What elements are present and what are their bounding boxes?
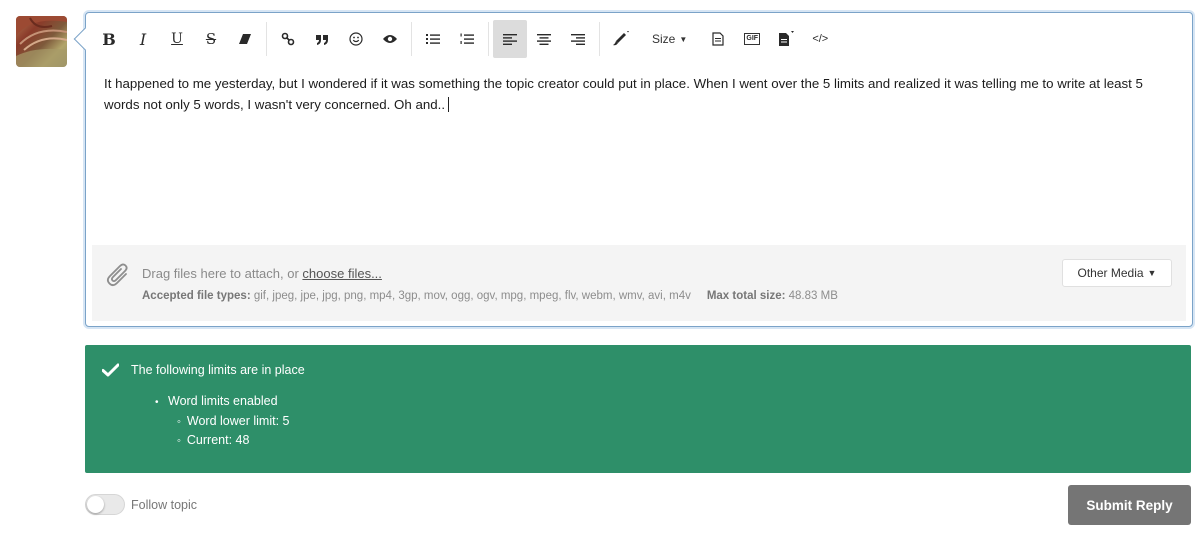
align-left-icon[interactable] <box>493 20 527 58</box>
submit-reply-button[interactable]: Submit Reply <box>1068 485 1191 525</box>
eraser-icon[interactable] <box>228 20 262 58</box>
follow-topic-label: Follow topic <box>131 498 197 512</box>
drag-text: Drag files here to attach, or <box>142 266 303 281</box>
insert-template-icon[interactable] <box>769 20 803 58</box>
types-label: Accepted file types: <box>142 290 251 302</box>
limits-list: Word limits enabled Word lower limit: 5 … <box>155 392 289 450</box>
attachment-dropzone[interactable]: Drag files here to attach, or choose fil… <box>92 245 1186 321</box>
gif-icon: GIF <box>744 33 761 45</box>
max-size-label: Max total size: <box>706 290 786 302</box>
word-count-current: Current: 48 <box>186 433 250 447</box>
accepted-file-types: Accepted file types: gif, jpeg, jpe, jpg… <box>142 290 838 302</box>
editor-toolbar: B I U S Size ▼ GIF </> <box>92 19 1186 59</box>
bold-button[interactable]: B <box>92 20 126 58</box>
numbered-list-icon[interactable] <box>450 20 484 58</box>
toggle-knob <box>87 496 104 513</box>
code-view-icon[interactable]: </> <box>803 20 837 58</box>
choose-files-link[interactable]: choose files... <box>302 266 382 281</box>
reply-text: It happened to me yesterday, but I wonde… <box>104 76 1143 112</box>
emoji-icon[interactable] <box>339 20 373 58</box>
toolbar-divider <box>411 22 412 56</box>
paperclip-icon <box>106 261 132 292</box>
reply-textarea[interactable]: It happened to me yesterday, but I wonde… <box>104 73 1174 115</box>
insert-document-icon[interactable] <box>701 20 735 58</box>
reply-editor: B I U S Size ▼ GIF </> It happened to me… <box>73 12 1193 327</box>
toolbar-divider <box>488 22 489 56</box>
align-center-icon[interactable] <box>527 20 561 58</box>
link-icon[interactable] <box>271 20 305 58</box>
attachment-hint: Drag files here to attach, or choose fil… <box>142 266 382 281</box>
word-lower-limit: Word lower limit: 5 <box>186 414 290 428</box>
font-size-dropdown[interactable]: Size ▼ <box>646 20 693 58</box>
bullet-list-icon[interactable] <box>416 20 450 58</box>
quote-icon[interactable] <box>305 20 339 58</box>
checkmark-icon <box>101 363 120 382</box>
italic-button[interactable]: I <box>126 20 160 58</box>
align-right-icon[interactable] <box>561 20 595 58</box>
list-item: Word limits enabled Word lower limit: 5 … <box>155 392 289 450</box>
list-item: Current: 48 <box>177 431 289 450</box>
underline-button[interactable]: U <box>160 20 194 58</box>
other-media-button[interactable]: Other Media ▼ <box>1062 259 1172 287</box>
limits-title: The following limits are in place <box>131 363 305 377</box>
font-size-label: Size <box>652 32 676 46</box>
max-size-value: 48.83 MB <box>788 290 838 302</box>
text-color-brush-icon[interactable] <box>604 20 638 58</box>
list-item: Word lower limit: 5 <box>177 412 290 431</box>
caret-down-icon: ▼ <box>1147 268 1157 278</box>
preview-eye-icon[interactable] <box>373 20 407 58</box>
toolbar-divider <box>599 22 600 56</box>
toolbar-divider <box>266 22 267 56</box>
chevron-down-icon: ▼ <box>679 34 688 44</box>
text-cursor <box>448 97 450 112</box>
gif-button[interactable]: GIF <box>735 20 769 58</box>
avatar[interactable] <box>16 16 67 67</box>
word-limits-enabled: Word limits enabled <box>168 394 278 408</box>
follow-topic-toggle[interactable] <box>85 494 125 515</box>
strikethrough-button[interactable]: S <box>194 20 228 58</box>
limits-sublist: Word lower limit: 5 Current: 48 <box>155 412 290 450</box>
other-media-label: Other Media <box>1077 266 1144 280</box>
limits-alert: The following limits are in place Word l… <box>85 345 1191 473</box>
types-value: gif, jpeg, jpe, jpg, png, mp4, 3gp, mov,… <box>253 290 691 302</box>
